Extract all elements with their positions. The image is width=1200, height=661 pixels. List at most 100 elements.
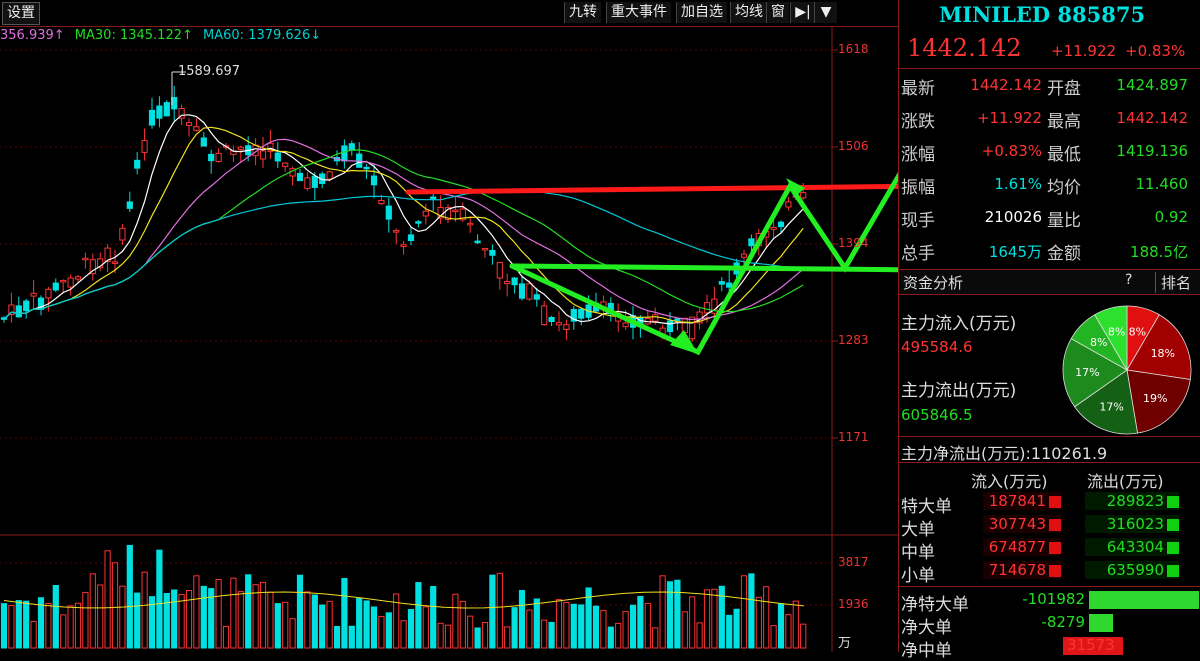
fund-analysis-title: 资金分析 bbox=[903, 274, 964, 292]
quote-row: 最新 1442.142 开盘 1424.897 bbox=[899, 70, 1194, 102]
candle-body bbox=[415, 221, 422, 224]
candle-body bbox=[548, 316, 555, 322]
volume-bar bbox=[755, 596, 762, 649]
volume-bar bbox=[444, 624, 452, 649]
candle-body bbox=[237, 146, 244, 151]
volume-bar bbox=[703, 589, 711, 649]
quote-label: 最低 bbox=[1047, 145, 1081, 165]
volume-bar bbox=[215, 579, 222, 649]
volume-bar bbox=[111, 562, 119, 649]
price-tick: 1506 bbox=[838, 139, 869, 153]
pie-slice-label: 17% bbox=[1099, 401, 1123, 414]
candle-body bbox=[800, 192, 807, 199]
candle-body bbox=[481, 247, 489, 251]
price-change: +11.922 bbox=[1051, 42, 1117, 60]
candle-body bbox=[304, 177, 311, 189]
volume-bar bbox=[496, 572, 503, 649]
candle-body bbox=[785, 201, 792, 208]
net-outflow-value: 110261.9 bbox=[1030, 444, 1108, 463]
volume-bar bbox=[578, 604, 585, 649]
volume-bar bbox=[548, 621, 555, 649]
order-inflow-value: 714678 bbox=[983, 561, 1061, 579]
volume-bar bbox=[74, 602, 82, 649]
quote-value: 210026 bbox=[984, 208, 1042, 226]
candle-body bbox=[511, 277, 518, 286]
volume-bar bbox=[45, 602, 52, 649]
order-type-label: 中单 bbox=[901, 543, 935, 563]
candle-body bbox=[489, 249, 496, 256]
candle-body bbox=[385, 205, 392, 220]
volume-bar bbox=[163, 593, 170, 649]
main-outflow-label: 主力流出(万元) bbox=[901, 381, 1017, 401]
volume-bar bbox=[23, 600, 30, 649]
volume-bar bbox=[267, 591, 274, 649]
net-flow-row: 净大单 -8279 bbox=[899, 613, 1194, 638]
volume-bar bbox=[156, 549, 163, 649]
candle-body bbox=[726, 282, 733, 288]
pie-slice-label: 17% bbox=[1075, 366, 1099, 379]
volume-bar bbox=[541, 619, 548, 649]
volume-bar bbox=[237, 591, 244, 649]
fund-analysis-header: 资金分析 ? 排名 bbox=[899, 269, 1200, 295]
volume-bar bbox=[785, 614, 792, 649]
candle-body bbox=[45, 288, 52, 299]
volume-bar bbox=[674, 579, 681, 649]
volume-bar bbox=[274, 603, 281, 649]
net-outflow-row: 主力净流出(万元):110261.9 bbox=[901, 440, 1107, 464]
net-flow-row: 净特大单 -101982 bbox=[899, 590, 1199, 615]
quote-value: +0.83% bbox=[981, 142, 1042, 160]
main-inflow-label: 主力流入(万元) bbox=[901, 314, 1017, 334]
volume-bar bbox=[200, 585, 207, 649]
volume-bar bbox=[378, 615, 385, 649]
current-price: 1442.142 bbox=[907, 34, 1022, 62]
volume-bar bbox=[511, 607, 518, 649]
quote-value: 1645万 bbox=[988, 243, 1042, 261]
candle-body bbox=[363, 166, 370, 170]
candle-body bbox=[748, 238, 755, 247]
volume-bar bbox=[740, 575, 748, 649]
quote-value: 1442.142 bbox=[1116, 109, 1188, 127]
candle-body bbox=[652, 314, 659, 322]
candle-body bbox=[208, 153, 215, 162]
volume-bar bbox=[245, 574, 252, 649]
net-flow-row: 净中单 31573 bbox=[899, 636, 1194, 661]
candle-body bbox=[15, 305, 22, 318]
quote-label: 总手 bbox=[901, 244, 935, 264]
volume-bar bbox=[615, 622, 622, 649]
quote-value: 1419.136 bbox=[1116, 142, 1188, 160]
candle-body bbox=[430, 196, 437, 199]
quote-label: 最高 bbox=[1047, 112, 1081, 132]
quote-label: 现手 bbox=[901, 211, 935, 231]
candle-body bbox=[563, 324, 570, 330]
help-button[interactable]: ? bbox=[1125, 272, 1132, 288]
pie-slice-label: 8% bbox=[1129, 326, 1146, 339]
stock-title: MINILED 885875 bbox=[939, 2, 1146, 27]
pie-slice-label: 18% bbox=[1151, 347, 1175, 360]
candle-body bbox=[119, 227, 126, 241]
volume-bar bbox=[800, 623, 807, 649]
volume-bar bbox=[600, 609, 607, 649]
rank-button[interactable]: 排名 bbox=[1155, 272, 1191, 293]
candle-body bbox=[770, 226, 777, 230]
candle-body bbox=[526, 283, 533, 300]
price-tick: 1171 bbox=[838, 430, 869, 444]
candle-body bbox=[163, 102, 170, 117]
candle-body bbox=[400, 244, 407, 248]
quote-row: 总手 1645万 金额 188.5亿 bbox=[899, 235, 1194, 267]
volume-bar bbox=[282, 601, 289, 649]
volume-bar bbox=[82, 591, 89, 649]
volume-tick: 1936 bbox=[838, 597, 869, 611]
chart-area[interactable]: 设置 九转 重大事件 加自选 均线 窗 ▶| ▼ 356.939↑ MA30: … bbox=[0, 0, 898, 652]
volume-bar bbox=[452, 593, 459, 649]
pie-slice-label: 19% bbox=[1143, 392, 1167, 405]
volume-bar bbox=[319, 604, 326, 649]
quote-value: +11.922 bbox=[976, 109, 1042, 127]
volume-bar bbox=[652, 627, 659, 649]
candle-body bbox=[274, 152, 281, 162]
volume-bar bbox=[356, 597, 363, 649]
volume-bar bbox=[407, 609, 415, 649]
volume-bar bbox=[763, 586, 770, 649]
volume-bar bbox=[296, 574, 304, 649]
volume-bars bbox=[0, 544, 807, 649]
volume-bar bbox=[659, 575, 666, 649]
